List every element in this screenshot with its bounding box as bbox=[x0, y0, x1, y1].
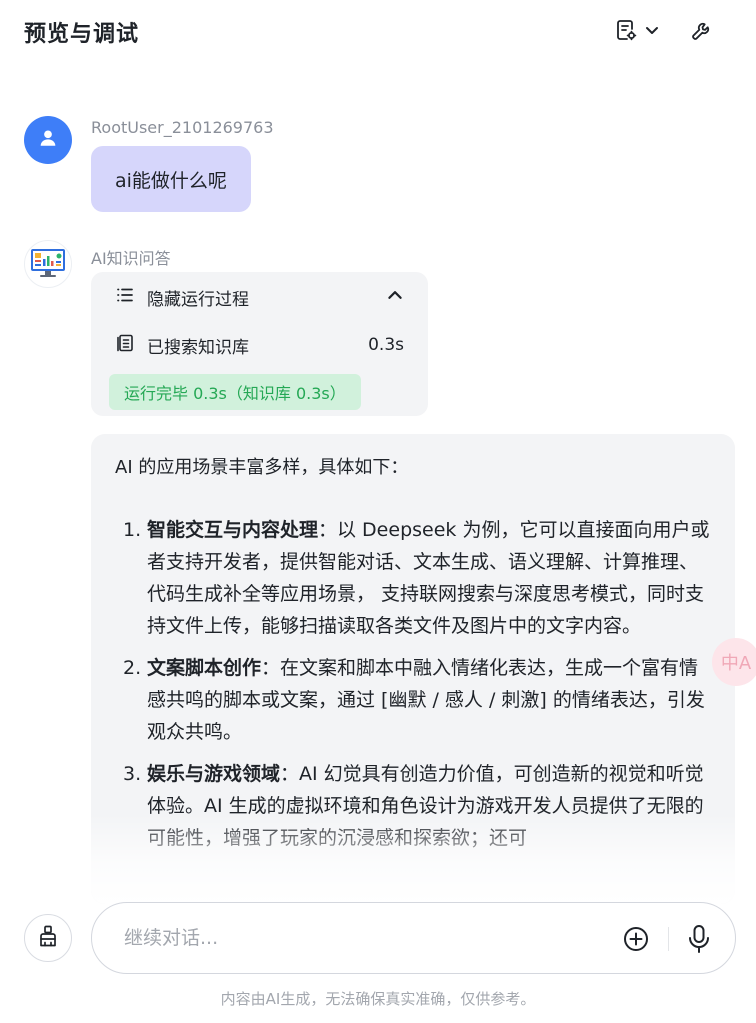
user-avatar-icon bbox=[37, 127, 59, 153]
answer-list: 1. 智能交互与内容处理：以 Deepseek 为例，它可以直接面向用户或者支持… bbox=[123, 514, 713, 864]
answer-intro: AI 的应用场景丰富多样，具体如下： bbox=[115, 457, 409, 478]
chevron-down-icon bbox=[644, 22, 660, 42]
ai-avatar bbox=[24, 240, 72, 288]
ai-name: AI知识问答 bbox=[91, 249, 171, 268]
book-icon bbox=[115, 333, 135, 358]
list-item-title: 智能交互与内容处理 bbox=[147, 519, 319, 541]
microphone-icon bbox=[686, 925, 712, 958]
list-item-number: 1. bbox=[123, 519, 142, 541]
process-step: 已搜索知识库 0.3s bbox=[115, 332, 404, 358]
run-process-panel: 隐藏运行过程 已搜索知识库 0.3s 运行完毕 0.3s（知识库 0.3s） bbox=[91, 272, 428, 416]
document-gear-icon bbox=[614, 18, 638, 46]
status-badge: 运行完毕 0.3s（知识库 0.3s） bbox=[109, 374, 361, 410]
translate-button[interactable]: 中A bbox=[712, 638, 756, 686]
wrench-icon bbox=[690, 18, 714, 46]
clear-context-button[interactable] bbox=[24, 914, 72, 962]
chat-composer bbox=[91, 902, 736, 974]
scroll-fade-overlay bbox=[91, 814, 735, 904]
user-message-bubble: ai能做什么呢 bbox=[91, 146, 251, 212]
plus-circle-icon bbox=[622, 927, 650, 957]
page-title: 预览与调试 bbox=[24, 22, 140, 47]
answer-card: AI 的应用场景丰富多样，具体如下： 1. 智能交互与内容处理：以 Deepse… bbox=[91, 434, 735, 904]
list-item-number: 2. bbox=[123, 657, 142, 679]
monitor-chart-avatar-icon bbox=[28, 242, 68, 286]
list-icon bbox=[115, 285, 135, 310]
list-item: 1. 智能交互与内容处理：以 Deepseek 为例，它可以直接面向用户或者支持… bbox=[123, 514, 713, 642]
user-name: RootUser_2101269763 bbox=[91, 118, 274, 137]
voice-input-button[interactable] bbox=[686, 924, 714, 954]
list-item-title: 娱乐与游戏领域 bbox=[147, 763, 281, 785]
header: 预览与调试 bbox=[0, 0, 756, 64]
list-item: 2. 文案脚本创作：在文案和脚本中融入情绪化表达，生成一个富有情感共鸣的脚本或文… bbox=[123, 652, 713, 748]
list-item-title: 文案脚本创作 bbox=[147, 657, 262, 679]
disclaimer: 内容由AI生成，无法确保真实准确，仅供参考。 bbox=[220, 990, 536, 1008]
add-attachment-button[interactable] bbox=[622, 925, 650, 953]
translate-icon: 中A bbox=[720, 653, 752, 674]
toggle-process-button[interactable]: 隐藏运行过程 bbox=[115, 284, 404, 310]
list-item-text: 文案脚本创作：在文案和脚本中融入情绪化表达，生成一个富有情感共鸣的脚本或文案，通… bbox=[147, 652, 713, 748]
avatar bbox=[24, 116, 72, 164]
toggle-process-label: 隐藏运行过程 bbox=[147, 289, 249, 310]
list-item-text: 智能交互与内容处理：以 Deepseek 为例，它可以直接面向用户或者支持开发者… bbox=[147, 514, 713, 642]
doc-settings-button[interactable] bbox=[614, 16, 666, 48]
divider bbox=[668, 927, 669, 951]
broom-icon bbox=[36, 924, 60, 952]
process-step-time: 0.3s bbox=[368, 335, 404, 355]
chat-input[interactable] bbox=[124, 903, 604, 973]
debug-tool-button[interactable] bbox=[690, 16, 722, 48]
process-step-label: 已搜索知识库 bbox=[147, 337, 249, 358]
chevron-up-icon bbox=[386, 286, 404, 309]
